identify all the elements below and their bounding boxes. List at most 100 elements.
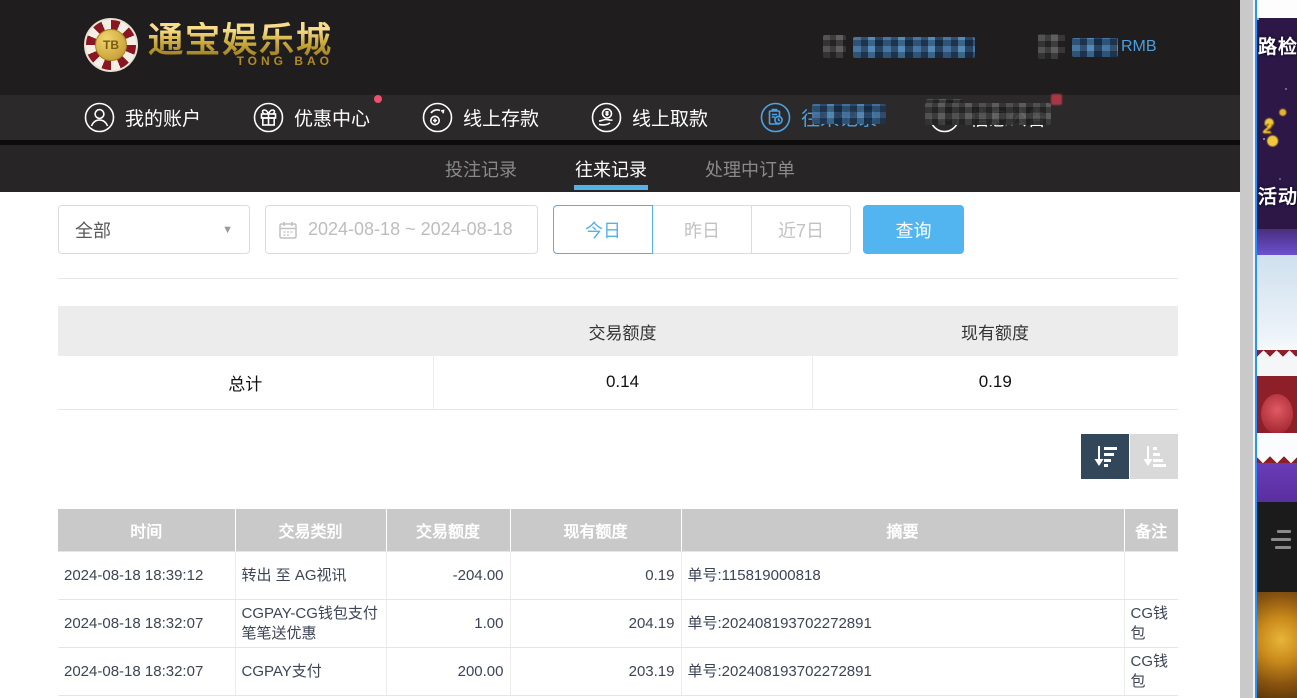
filter-row: 全部 ▼ 2024-08-18 ~ 2024-08-18 今日 昨日 近7日 查…: [58, 205, 1178, 254]
nav-item-promotions[interactable]: 优惠中心: [253, 102, 370, 133]
dark-banner: [1257, 502, 1297, 592]
quick-btn-today[interactable]: 今日: [553, 205, 653, 254]
summary-total-label: 总计: [58, 356, 433, 409]
date-range-input[interactable]: 2024-08-18 ~ 2024-08-18: [265, 205, 538, 254]
user-info: RMB: [0, 0, 1240, 95]
banner-highlight: [1257, 229, 1297, 255]
quick-btn-yesterday[interactable]: 昨日: [652, 205, 752, 254]
wallet-icon-blurred: [1038, 34, 1065, 59]
notification-dot: [1051, 94, 1062, 105]
records-icon: [760, 102, 791, 133]
quick-date-group: 今日 昨日 近7日: [553, 205, 851, 254]
records-header-row: 时间 交易类别 交易额度 现有额度 摘要 备注: [58, 509, 1178, 552]
starfield-decoration: [1257, 18, 1259, 20]
sort-descending-button[interactable]: [1081, 434, 1129, 479]
nav-label: 优惠中心: [294, 104, 370, 131]
col-header-time: 时间: [58, 509, 235, 552]
tab-pending-orders[interactable]: 处理中订单: [705, 145, 795, 192]
top-header: TB 通宝娱乐城 TONG BAO RMB: [0, 0, 1240, 95]
date-range-value: 2024-08-18 ~ 2024-08-18: [308, 219, 513, 240]
quick-btn-last7days[interactable]: 近7日: [751, 205, 851, 254]
cell-time: 2024-08-18 18:32:07: [58, 648, 235, 696]
summary-header-empty: [58, 306, 433, 356]
cell-balance: 203.19: [510, 648, 681, 696]
nav-item-announcements[interactable]: 信息公告: [929, 102, 1046, 133]
shark-image: [1257, 255, 1297, 463]
calendar-icon: [278, 220, 298, 240]
tab-bet-records[interactable]: 投注记录: [445, 145, 517, 192]
sort-ascending-icon: [1140, 443, 1168, 469]
gift-icon: [253, 102, 284, 133]
side-window-label: 活动: [1258, 182, 1297, 209]
divider: [58, 278, 1178, 279]
cell-note: CG钱包: [1124, 600, 1178, 648]
nav-item-transactions[interactable]: 往来记录: [760, 102, 877, 133]
vertical-scrollbar[interactable]: [1240, 0, 1253, 698]
type-select-value: 全部: [75, 217, 111, 243]
nav-label: 线上取款: [632, 104, 708, 131]
deposit-icon: [422, 102, 453, 133]
shark-mouth: [1257, 350, 1297, 463]
table-row: 2024-08-18 18:32:07 CGPAY-CG钱包支付笔笔送优惠 1.…: [58, 600, 1178, 648]
user-icon: [84, 102, 115, 133]
cell-amount: 1.00: [386, 600, 510, 648]
main-nav: 我的账户 优惠中心 线上存款: [0, 95, 1240, 140]
balance-blurred: [1072, 38, 1118, 57]
cell-balance: 0.19: [510, 552, 681, 600]
purple-banner: [1257, 463, 1297, 502]
table-row: 2024-08-18 18:39:12 转出 至 AG视讯 -204.00 0.…: [58, 552, 1178, 600]
notification-dot: [374, 95, 382, 103]
gold-graphic-decoration: [1259, 102, 1293, 154]
withdraw-icon: [591, 102, 622, 133]
type-select[interactable]: 全部 ▼: [58, 205, 250, 254]
nav-item-my-account[interactable]: 我的账户: [84, 102, 201, 133]
side-window-label: 路检: [1258, 32, 1297, 59]
cell-summary: 单号:115819000818: [681, 552, 1124, 600]
nav-item-withdraw[interactable]: 线上取款: [591, 102, 708, 133]
search-button[interactable]: 查询: [863, 205, 964, 254]
shark-tongue: [1261, 394, 1293, 434]
sort-descending-icon: [1091, 443, 1119, 469]
summary-table: 交易额度 现有额度 总计 0.14 0.19: [58, 306, 1178, 410]
cell-summary: 单号:202408193702272891: [681, 600, 1124, 648]
user-avatar-blurred: [823, 35, 846, 58]
side-window-top: [1257, 0, 1297, 18]
cell-type: CGPAY支付: [235, 648, 386, 696]
summary-header-transaction: 交易额度: [433, 306, 812, 356]
cell-type: CGPAY-CG钱包支付笔笔送优惠: [235, 600, 386, 648]
cell-summary: 单号:202408193702272891: [681, 648, 1124, 696]
cell-time: 2024-08-18 18:39:12: [58, 552, 235, 600]
cell-note: [1124, 552, 1178, 600]
cell-type: 转出 至 AG视讯: [235, 552, 386, 600]
col-header-amount: 交易额度: [386, 509, 510, 552]
shark-teeth: [1257, 433, 1297, 463]
nav-item-deposit[interactable]: 线上存款: [422, 102, 539, 133]
gold-banner: [1257, 592, 1297, 698]
screen: TB 通宝娱乐城 TONG BAO RMB: [0, 0, 1297, 698]
summary-total-balance: 0.19: [812, 356, 1178, 409]
summary-header-row: 交易额度 现有额度: [58, 306, 1178, 356]
col-header-type: 交易类别: [235, 509, 386, 552]
label-blur-patch: [812, 104, 887, 124]
label-blur-patch: [925, 103, 1051, 125]
currency-label: RMB: [1121, 38, 1157, 56]
main-page: TB 通宝娱乐城 TONG BAO RMB: [0, 0, 1240, 698]
col-header-note: 备注: [1124, 509, 1178, 552]
content: 全部 ▼ 2024-08-18 ~ 2024-08-18 今日 昨日 近7日 查…: [0, 192, 1240, 696]
cell-amount: 200.00: [386, 648, 510, 696]
sort-ascending-button[interactable]: [1130, 434, 1178, 479]
tab-transaction-records[interactable]: 往来记录: [575, 145, 647, 192]
summary-header-balance: 现有额度: [812, 306, 1178, 356]
records-table: 时间 交易类别 交易额度 现有额度 摘要 备注 2024-08-18 18:39…: [58, 509, 1178, 697]
chevron-down-icon: ▼: [222, 224, 233, 236]
username-blurred: [853, 37, 975, 58]
side-window-banner: 路检 活动: [1257, 18, 1297, 255]
nav-label: 我的账户: [125, 104, 201, 131]
col-header-balance: 现有额度: [510, 509, 681, 552]
sort-controls: [58, 434, 1178, 479]
cell-time: 2024-08-18 18:32:07: [58, 600, 235, 648]
cell-note: CG钱包: [1124, 648, 1178, 696]
shark-teeth: [1257, 350, 1297, 376]
nav-label: 线上存款: [463, 104, 539, 131]
col-header-summary: 摘要: [681, 509, 1124, 552]
